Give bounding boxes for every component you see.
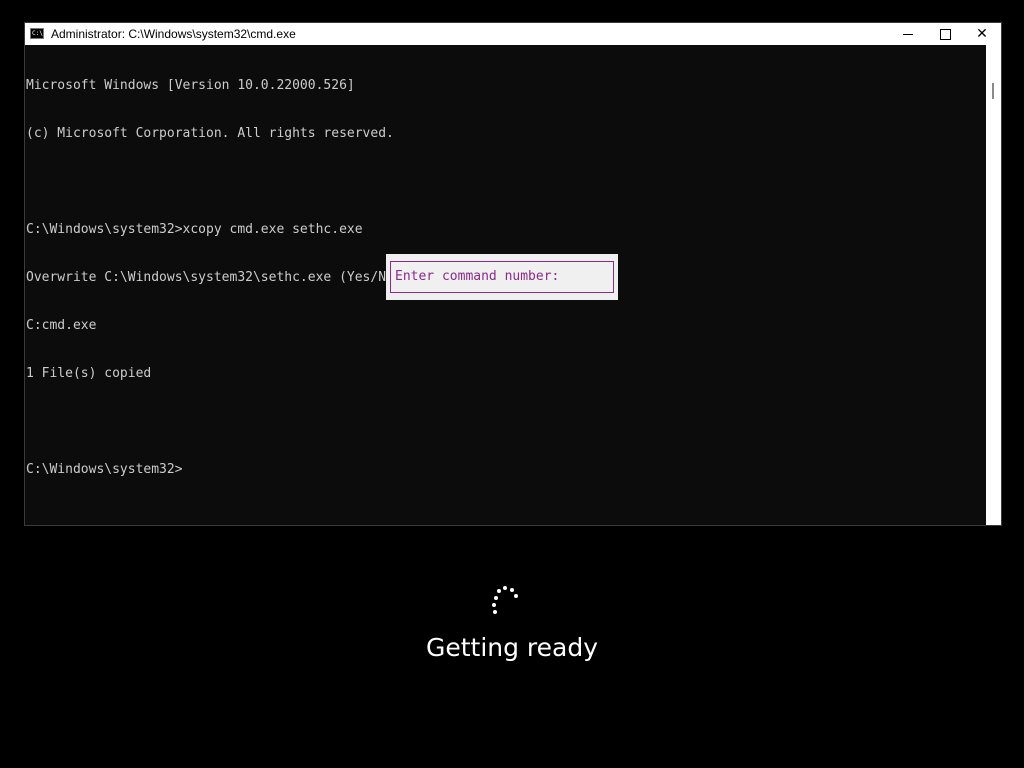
- scrollbar-thumb[interactable]: [992, 83, 994, 99]
- window-title: Administrator: C:\Windows\system32\cmd.e…: [51, 27, 296, 41]
- cmd-app-icon: C:\: [30, 28, 44, 39]
- maximize-button[interactable]: [926, 23, 964, 45]
- loading-spinner-icon: [490, 586, 520, 616]
- maximize-icon: [939, 28, 951, 40]
- minimize-button[interactable]: [889, 23, 927, 45]
- vertical-scrollbar[interactable]: [986, 45, 1001, 525]
- console-line: C:cmd.exe: [26, 318, 97, 333]
- console-line: 1 File(s) copied: [26, 366, 152, 381]
- console-line: (c) Microsoft Corporation. All rights re…: [26, 126, 394, 141]
- command-number-input[interactable]: Enter command number:: [390, 261, 614, 293]
- console-line: Microsoft Windows [Version 10.0.22000.52…: [26, 78, 355, 93]
- console-prompt-line[interactable]: C:\Windows\system32>: [26, 462, 986, 478]
- close-button[interactable]: ✕: [963, 23, 1001, 45]
- close-icon: ✕: [976, 26, 988, 42]
- console-line: C:\Windows\system32>xcopy cmd.exe sethc.…: [26, 222, 363, 237]
- title-bar[interactable]: C:\ Administrator: C:\Windows\system32\c…: [25, 23, 1001, 45]
- minimize-icon: [903, 33, 913, 35]
- command-prompt-dialog: Enter command number:: [386, 254, 618, 300]
- status-text: Getting ready: [425, 633, 599, 662]
